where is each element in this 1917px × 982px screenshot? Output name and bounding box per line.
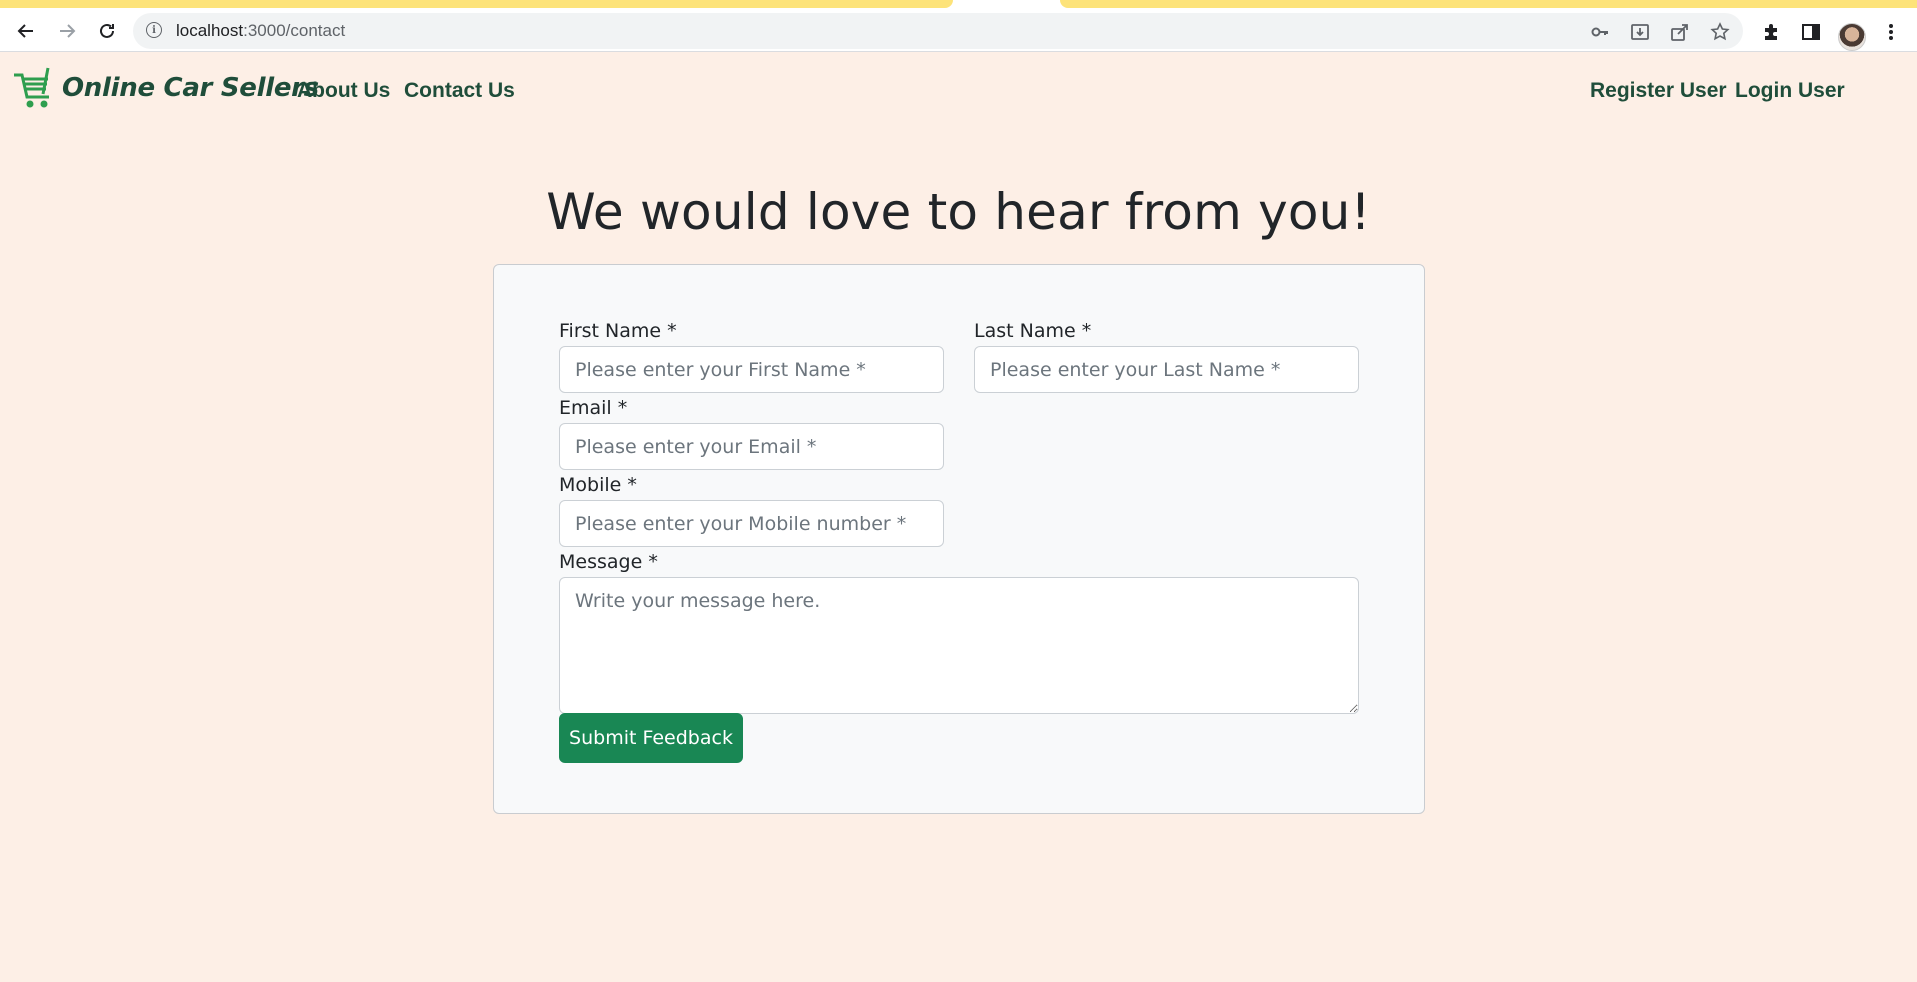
menu-kebab-icon[interactable] — [1880, 21, 1902, 43]
first-name-label: First Name * — [559, 320, 677, 342]
extensions-icon[interactable] — [1760, 21, 1782, 43]
browser-tab-strip — [0, 0, 1917, 9]
side-panel-icon[interactable] — [1800, 21, 1822, 43]
back-arrow-icon[interactable] — [12, 17, 40, 45]
site-navbar: Online Car Sellers About Us Contact Us R… — [0, 53, 1917, 126]
nav-contact-us[interactable]: Contact Us — [404, 79, 515, 103]
share-icon[interactable] — [1670, 22, 1690, 42]
brand-name: Online Car Sellers — [62, 73, 319, 103]
reload-icon[interactable] — [93, 17, 121, 45]
message-label: Message * — [559, 551, 658, 573]
address-bar[interactable]: i localhost:3000/contact — [133, 13, 1743, 49]
url-path: :3000/contact — [243, 21, 346, 40]
contact-form-card: First Name * Last Name * Email * Mobile … — [493, 264, 1425, 814]
submit-feedback-button[interactable]: Submit Feedback — [559, 713, 743, 763]
tab-strip-right — [1060, 0, 1917, 8]
forward-arrow-icon[interactable] — [53, 17, 81, 45]
nav-login-user[interactable]: Login User — [1735, 79, 1845, 103]
install-icon[interactable] — [1630, 22, 1650, 42]
last-name-input[interactable] — [974, 346, 1359, 393]
mobile-input[interactable] — [559, 500, 944, 547]
cart-logo-icon — [14, 67, 50, 108]
mobile-label: Mobile * — [559, 474, 637, 496]
page-title: We would love to hear from you! — [546, 183, 1371, 241]
email-input[interactable] — [559, 423, 944, 470]
first-name-input[interactable] — [559, 346, 944, 393]
url-text[interactable]: localhost:3000/contact — [176, 21, 345, 41]
message-textarea[interactable] — [559, 577, 1359, 714]
key-icon[interactable] — [1590, 22, 1610, 42]
last-name-label: Last Name * — [974, 320, 1092, 342]
url-host: localhost — [176, 21, 244, 40]
email-label: Email * — [559, 397, 628, 419]
info-icon[interactable]: i — [146, 22, 162, 38]
browser-toolbar: i localhost:3000/contact — [0, 9, 1917, 52]
brand-link[interactable]: Online Car Sellers — [12, 65, 319, 111]
bookmark-star-icon[interactable] — [1710, 22, 1730, 42]
nav-register-user[interactable]: Register User — [1590, 79, 1727, 103]
nav-about-us[interactable]: About Us — [297, 79, 390, 103]
profile-avatar[interactable] — [1838, 23, 1866, 51]
tab-strip-left — [0, 0, 953, 8]
